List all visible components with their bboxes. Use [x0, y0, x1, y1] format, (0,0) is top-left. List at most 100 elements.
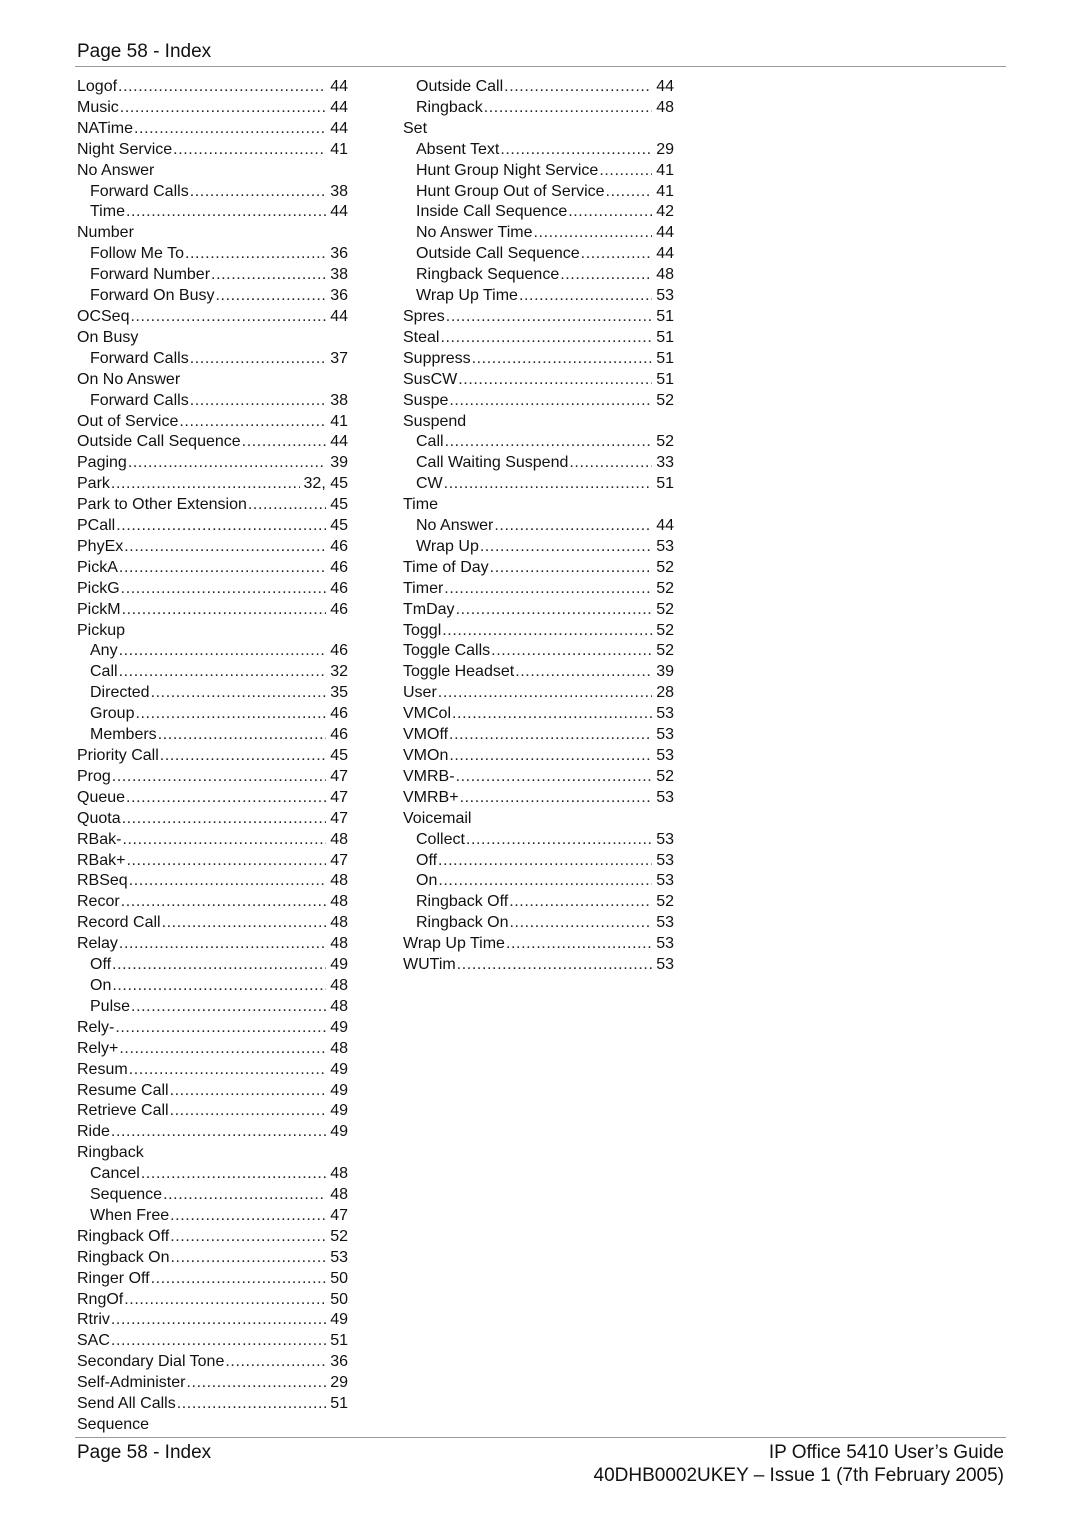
page-reference[interactable]: 47 — [330, 809, 348, 830]
page-reference[interactable]: 51 — [656, 307, 674, 328]
page-reference[interactable]: 36 — [330, 1352, 348, 1373]
page-reference[interactable]: 53 — [656, 913, 674, 934]
page-reference[interactable]: 47 — [330, 788, 348, 809]
page-reference[interactable]: 52 — [656, 432, 674, 453]
page-reference[interactable]: 49 — [330, 1122, 348, 1143]
page-reference[interactable]: 51 — [656, 328, 674, 349]
page-reference[interactable]: 49 — [330, 1101, 348, 1122]
page-reference[interactable]: 39 — [330, 453, 348, 474]
page-reference[interactable]: 50 — [330, 1269, 348, 1290]
page-reference[interactable]: 52 — [656, 767, 674, 788]
page-reference[interactable]: 35 — [330, 683, 348, 704]
page-reference[interactable]: 29 — [330, 1373, 348, 1394]
page-reference[interactable]: 44 — [330, 307, 348, 328]
page-reference[interactable]: 48 — [330, 830, 348, 851]
page-reference[interactable]: 39 — [656, 662, 674, 683]
page-reference[interactable]: 46 — [330, 641, 348, 662]
page-reference[interactable]: 49 — [330, 1310, 348, 1331]
page-reference[interactable]: 51 — [330, 1331, 348, 1352]
page-reference[interactable]: 53 — [656, 746, 674, 767]
page-reference[interactable]: 51 — [656, 349, 674, 370]
page-reference[interactable]: 44 — [330, 98, 348, 119]
page-reference[interactable]: 53 — [656, 934, 674, 955]
page-reference[interactable]: 44 — [656, 516, 674, 537]
page-reference[interactable]: 48 — [330, 1164, 348, 1185]
page-reference[interactable]: 46 — [330, 725, 348, 746]
page-reference[interactable]: 45 — [330, 746, 348, 767]
page-reference[interactable]: 44 — [330, 202, 348, 223]
page-reference[interactable]: 45 — [330, 495, 348, 516]
page-reference[interactable]: 51 — [330, 1394, 348, 1415]
page-reference[interactable]: 53 — [656, 537, 674, 558]
page-reference[interactable]: 52 — [656, 600, 674, 621]
page-reference[interactable]: 46 — [330, 537, 348, 558]
page-reference[interactable]: 52 — [656, 892, 674, 913]
page-reference[interactable]: 48 — [330, 871, 348, 892]
page-reference[interactable]: 53 — [656, 955, 674, 976]
page-reference[interactable]: 33 — [656, 453, 674, 474]
page-reference[interactable]: 48 — [330, 892, 348, 913]
page-reference[interactable]: 29 — [656, 140, 674, 161]
page-reference[interactable]: 52 — [330, 1227, 348, 1248]
page-reference[interactable]: 44 — [656, 77, 674, 98]
page-reference[interactable]: 48 — [330, 913, 348, 934]
page-reference[interactable]: 53 — [656, 286, 674, 307]
page-reference[interactable]: 48 — [330, 1039, 348, 1060]
page-reference[interactable]: 37 — [330, 349, 348, 370]
page-reference[interactable]: 53 — [330, 1248, 348, 1269]
page-reference[interactable]: 38 — [330, 182, 348, 203]
page-reference[interactable]: 47 — [330, 851, 348, 872]
page-reference[interactable]: 53 — [656, 725, 674, 746]
page-reference[interactable]: 46 — [330, 704, 348, 725]
page-reference[interactable]: 38 — [330, 265, 348, 286]
index-term: Directed — [90, 684, 150, 702]
index-subentry: Forward On Busy 36 — [77, 286, 348, 307]
page-reference[interactable]: 48 — [330, 997, 348, 1018]
page-reference[interactable]: 28 — [656, 683, 674, 704]
page-reference[interactable]: 44 — [656, 244, 674, 265]
page-reference[interactable]: 48 — [330, 934, 348, 955]
page-reference[interactable]: 44 — [330, 432, 348, 453]
page-reference[interactable]: 41 — [330, 140, 348, 161]
page-reference[interactable]: 50 — [330, 1290, 348, 1311]
page-reference[interactable]: 36 — [330, 286, 348, 307]
page-reference[interactable]: 47 — [330, 767, 348, 788]
page-reference[interactable]: 48 — [330, 976, 348, 997]
page-reference[interactable]: 47 — [330, 1206, 348, 1227]
page-reference[interactable]: 53 — [656, 851, 674, 872]
page-reference[interactable]: 42 — [656, 202, 674, 223]
page-reference[interactable]: 46 — [330, 558, 348, 579]
page-reference[interactable]: 49 — [330, 1060, 348, 1081]
page-reference[interactable]: 48 — [330, 1185, 348, 1206]
page-reference[interactable]: 53 — [656, 704, 674, 725]
page-reference[interactable]: 53 — [656, 871, 674, 892]
page-reference[interactable]: 38 — [330, 391, 348, 412]
page-reference[interactable]: 52 — [656, 621, 674, 642]
page-reference[interactable]: 49 — [330, 955, 348, 976]
page-reference[interactable]: 36 — [330, 244, 348, 265]
page-reference[interactable]: 44 — [330, 119, 348, 140]
page-reference[interactable]: 49 — [330, 1081, 348, 1102]
page-reference[interactable]: 46 — [330, 579, 348, 600]
dot-leader — [122, 600, 327, 621]
page-reference[interactable]: 52 — [656, 558, 674, 579]
page-reference[interactable]: 48 — [656, 265, 674, 286]
page-reference[interactable]: 41 — [330, 412, 348, 433]
page-reference[interactable]: 51 — [656, 370, 674, 391]
page-reference[interactable]: 32 — [330, 662, 348, 683]
page-reference[interactable]: 52 — [656, 391, 674, 412]
page-reference[interactable]: 32, 45 — [304, 474, 348, 495]
page-reference[interactable]: 52 — [656, 579, 674, 600]
page-reference[interactable]: 52 — [656, 641, 674, 662]
page-reference[interactable]: 53 — [656, 788, 674, 809]
page-reference[interactable]: 53 — [656, 830, 674, 851]
page-reference[interactable]: 45 — [330, 516, 348, 537]
page-reference[interactable]: 44 — [330, 77, 348, 98]
page-reference[interactable]: 49 — [330, 1018, 348, 1039]
page-reference[interactable]: 44 — [656, 223, 674, 244]
page-reference[interactable]: 41 — [656, 182, 674, 203]
page-reference[interactable]: 48 — [656, 98, 674, 119]
page-reference[interactable]: 46 — [330, 600, 348, 621]
page-reference[interactable]: 41 — [656, 161, 674, 182]
page-reference[interactable]: 51 — [656, 474, 674, 495]
